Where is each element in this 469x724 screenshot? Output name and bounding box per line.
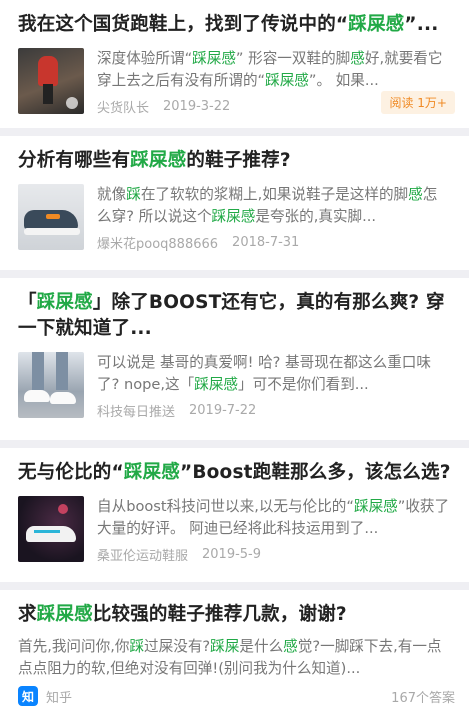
- text-segment: 求: [18, 604, 37, 625]
- text-segment: ” 形容一双鞋的脚: [235, 50, 351, 67]
- keyword-highlight: 踩屎感: [36, 604, 93, 625]
- result-source: 桑亚伦运动鞋服: [97, 549, 189, 564]
- result-source: 尖货队长: [97, 101, 150, 116]
- keyword-highlight: 踩屎感: [36, 292, 93, 313]
- result-meta: 知 知乎 167个答案: [18, 686, 455, 706]
- separator: [0, 440, 469, 448]
- text-segment: 是什么: [239, 638, 284, 655]
- result-snippet: 可以说是 基哥的真爱啊! 哈? 基哥现在都这么重口味了? nope,这「踩屎感」…: [97, 352, 451, 396]
- keyword-highlight: 踩屎感: [123, 462, 180, 483]
- text-segment: 比较强的鞋子推荐几款，谢谢?: [92, 604, 347, 625]
- text-segment: 无与伦比的“: [18, 462, 124, 483]
- text-segment: 深度体验所谓“: [97, 50, 193, 67]
- separator: [0, 128, 469, 136]
- result-thumbnail[interactable]: [18, 48, 84, 114]
- result-meta: 桑亚伦运动鞋服 2019-5-9: [97, 545, 451, 564]
- result-source: 知乎: [46, 690, 73, 706]
- keyword-highlight: 踩屎感: [194, 376, 239, 393]
- result-date: 2019-7-22: [189, 403, 257, 418]
- text-segment: ”Boost跑鞋那么多，该怎么选?: [179, 462, 451, 483]
- result-card-3[interactable]: 「踩屎感」除了BOOST还有它，真的有那么爽? 穿一下就知道了... 可以说是 …: [0, 278, 469, 440]
- keyword-highlight: 踩屎感: [348, 14, 405, 35]
- keyword-highlight: 踩: [126, 186, 141, 203]
- result-date: 2019-5-9: [202, 547, 262, 562]
- result-source: 爆米花pooq888666: [97, 237, 219, 252]
- keyword-highlight: 踩屎感: [265, 72, 309, 89]
- answer-count[interactable]: 167个答案: [391, 687, 455, 706]
- result-title[interactable]: 求踩屎感比较强的鞋子推荐几款，谢谢?: [18, 590, 451, 628]
- text-segment: 自从boost科技问世以来,以无与伦比的“: [97, 498, 354, 515]
- text-segment: 「: [18, 292, 37, 313]
- result-title[interactable]: 无与伦比的“踩屎感”Boost跑鞋那么多，该怎么选?: [18, 448, 451, 486]
- result-snippet: 首先,我问问你,你踩过屎没有?踩屎是什么感觉?一脚踩下去,有一点点点阻力的软,但…: [18, 636, 451, 680]
- text-segment: 在了软软的浆糊上,如果说鞋子是这样的脚: [140, 186, 409, 203]
- text-segment: 过屎没有?: [144, 638, 211, 655]
- keyword-highlight: 踩屎感: [353, 498, 398, 515]
- text-segment: 我在这个国货跑鞋上，找到了传说中的“: [18, 14, 349, 35]
- keyword-highlight: 感: [283, 638, 298, 655]
- keyword-highlight: 感: [408, 186, 423, 203]
- text-segment: 分析有哪些有: [18, 150, 131, 171]
- result-date: 2018-7-31: [232, 235, 300, 250]
- keyword-highlight: 踩屎: [210, 638, 240, 655]
- text-segment: 是夸张的,真实脚...: [255, 208, 377, 225]
- result-snippet: 就像踩在了软软的浆糊上,如果说鞋子是这样的脚感怎么穿? 所以说这个踩屎感是夸张的…: [97, 184, 451, 228]
- search-result-feed: 我在这个国货跑鞋上，找到了传说中的“踩屎感”... 深度体验所谓“踩屎感” 形容…: [0, 0, 469, 716]
- text-segment: ”...: [404, 14, 439, 35]
- text-segment: 」可不是你们看到...: [238, 376, 369, 393]
- keyword-highlight: 踩屎感: [130, 150, 187, 171]
- result-thumbnail[interactable]: [18, 352, 84, 418]
- result-snippet: 自从boost科技问世以来,以无与伦比的“踩屎感”收获了大量的好评。 阿迪已经将…: [97, 496, 451, 540]
- keyword-highlight: 踩屎感: [192, 50, 236, 67]
- result-snippet: 深度体验所谓“踩屎感” 形容一双鞋的脚感好,就要看它穿上去之后有没有所谓的“踩屎…: [97, 48, 451, 92]
- separator: [0, 270, 469, 278]
- result-card-1[interactable]: 我在这个国货跑鞋上，找到了传说中的“踩屎感”... 深度体验所谓“踩屎感” 形容…: [0, 0, 469, 128]
- result-card-2[interactable]: 分析有哪些有踩屎感的鞋子推荐? 就像踩在了软软的浆糊上,如果说鞋子是这样的脚感怎…: [0, 136, 469, 270]
- separator: [0, 582, 469, 590]
- read-count-badge: 阅读 1万+: [381, 91, 455, 114]
- result-thumbnail[interactable]: [18, 184, 84, 250]
- result-date: 2019-3-22: [163, 99, 231, 114]
- keyword-highlight: 踩屎感: [211, 208, 256, 225]
- result-title[interactable]: 分析有哪些有踩屎感的鞋子推荐?: [18, 136, 451, 174]
- text-segment: ”。 如果...: [308, 72, 379, 89]
- result-meta: 爆米花pooq888666 2018-7-31: [97, 233, 451, 252]
- result-meta: 科技每日推送 2019-7-22: [97, 401, 451, 420]
- result-card-5[interactable]: 求踩屎感比较强的鞋子推荐几款，谢谢? 首先,我问问你,你踩过屎没有?踩屎是什么感…: [0, 590, 469, 716]
- result-card-4[interactable]: 无与伦比的“踩屎感”Boost跑鞋那么多，该怎么选? 自从boost科技问世以来…: [0, 448, 469, 582]
- result-title[interactable]: 我在这个国货跑鞋上，找到了传说中的“踩屎感”...: [18, 0, 451, 38]
- result-thumbnail[interactable]: [18, 496, 84, 562]
- text-segment: 的鞋子推荐?: [186, 150, 291, 171]
- keyword-highlight: 踩: [129, 638, 145, 655]
- keyword-highlight: 感: [350, 50, 365, 67]
- text-segment: 就像: [97, 186, 127, 203]
- result-source: 科技每日推送: [97, 405, 176, 420]
- text-segment: 首先,我问问你,你: [18, 638, 130, 655]
- result-title[interactable]: 「踩屎感」除了BOOST还有它，真的有那么爽? 穿一下就知道了...: [18, 278, 451, 342]
- zhihu-logo-icon: 知: [18, 686, 38, 706]
